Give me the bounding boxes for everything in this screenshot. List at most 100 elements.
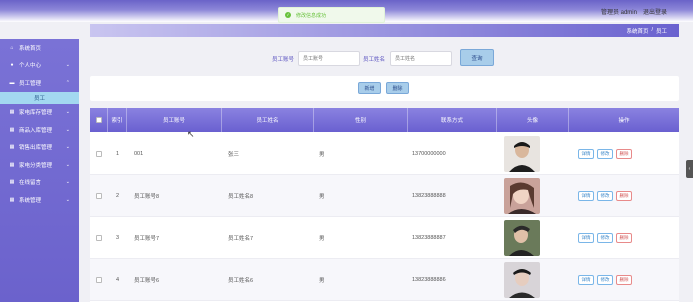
search-button[interactable]: 查询 [460,49,494,66]
grid-icon: ▦ [9,161,15,168]
employee-table: 索引 员工账号 员工姓名 性别 联系方式 头像 操作 1 001 张三 男 13… [90,108,679,302]
avatar [504,136,540,172]
row-checkbox[interactable] [96,235,102,241]
name-search-input[interactable] [390,51,452,66]
row-checkbox[interactable] [96,151,102,157]
sidebar-item-messages[interactable]: ▦ 在线留言 ⌄ [0,174,79,192]
delete-button[interactable]: 删除 [616,191,632,201]
action-toolbar: 新增 删除 [90,76,679,101]
detail-button[interactable]: 详情 [578,275,594,285]
row-checkbox-cell [96,259,102,301]
sidebar-item-employee[interactable]: ▬ 员工管理 ⌃ [0,74,79,92]
header-actions: 操作 [618,118,630,124]
sidebar-item-label: 在线留言 [19,180,42,187]
breadcrumb: 系统首页 / 员工 [626,27,667,35]
row-checkbox[interactable] [96,277,102,283]
batch-delete-button[interactable]: 删除 [386,82,409,94]
search-bar: 员工账号 员工姓名 查询 [90,44,679,72]
success-check-icon: ✓ [285,12,291,18]
grid-icon: ▦ [9,126,15,133]
row-actions: 详情 修改 删除 [578,175,635,217]
edit-button[interactable]: 修改 [597,149,613,159]
sidebar-item-stock-in[interactable]: ▦ 商品入库管理 ⌄ [0,121,79,139]
sidebar: ⌂ 系统首页 ● 个人中心 ⌄ ▬ 员工管理 ⌃ 员工 ▦ 家电库存管理 ⌄ ▦… [0,39,79,302]
logout-link[interactable]: 退出登录 [643,7,667,16]
home-icon: ⌂ [10,44,14,51]
delete-button[interactable]: 删除 [616,149,632,159]
select-all-cell [90,108,108,132]
chevron-down-icon: ⌄ [65,126,70,133]
add-button[interactable]: 新增 [358,82,381,94]
row-name: 张三 [228,152,240,158]
row-checkbox-cell [96,133,102,175]
edit-button[interactable]: 修改 [597,233,613,243]
row-name: 员工姓名8 [228,194,254,200]
row-checkbox-cell [96,175,102,217]
chevron-down-icon: ⌄ [65,109,70,116]
breadcrumb-home[interactable]: 系统首页 [626,27,648,35]
detail-button[interactable]: 详情 [578,149,594,159]
avatar [504,220,540,256]
row-checkbox[interactable] [96,193,102,199]
row-gender: 男 [319,194,325,200]
edit-button[interactable]: 修改 [597,191,613,201]
row-account: 员工账号6 [134,278,160,284]
avatar [504,178,540,214]
row-name: 员工姓名7 [228,236,254,242]
grid-icon: ▦ [9,196,15,203]
admin-label: 管理员 admin [600,10,637,16]
sidebar-item-sales-out[interactable]: ▦ 销售出库管理 ⌄ [0,139,79,157]
sidebar-item-label: 家电库存管理 [19,110,53,117]
table-row: 4 员工账号6 员工姓名6 男 13823888886 详情 修改 删除 [90,259,679,301]
row-avatar-cell [504,217,540,259]
detail-button[interactable]: 详情 [578,233,594,243]
sidebar-item-inventory[interactable]: ▦ 家电库存管理 ⌄ [0,104,79,122]
select-all-checkbox[interactable] [95,117,102,123]
row-index: 2 [116,193,120,199]
row-avatar-cell [504,133,540,175]
row-actions: 详情 修改 删除 [578,259,635,301]
row-actions: 详情 修改 删除 [578,133,635,175]
header-index: 索引 [108,108,127,132]
top-user-area: 管理员 admin 退出登录 [601,7,667,16]
row-account: 001 [134,151,144,157]
header-name[interactable]: 员工姓名 [222,108,314,132]
delete-button[interactable]: 删除 [616,233,632,243]
chevron-up-icon: ⌃ [65,79,70,86]
chevron-down-icon: ⌄ [65,144,70,151]
row-phone: 13823888888 [412,193,446,199]
delete-button[interactable]: 删除 [616,275,632,285]
sidebar-item-label: 个人中心 [19,63,42,70]
grid-icon: ▦ [9,179,15,186]
table-row: 3 员工账号7 员工姓名7 男 13823888887 详情 修改 删除 [90,217,679,259]
row-avatar-cell [504,175,540,217]
row-index: 3 [116,235,120,241]
detail-button[interactable]: 详情 [578,191,594,201]
sidebar-item-label: 商品入库管理 [19,127,53,134]
user-icon: ● [10,62,14,69]
account-search-input[interactable] [298,51,360,66]
edit-button[interactable]: 修改 [597,275,613,285]
breadcrumb-current: 员工 [655,29,667,35]
account-label: 员工账号 [272,57,295,63]
header-account[interactable]: 员工账号 [127,108,222,132]
row-account: 员工账号8 [134,194,160,200]
header-phone[interactable]: 联系方式 [408,108,497,132]
sidebar-subitem-employee[interactable]: 员工 [0,91,79,104]
side-collapse-tab[interactable]: ‹ [686,160,693,178]
sidebar-item-profile[interactable]: ● 个人中心 ⌄ [0,57,79,75]
sidebar-item-category[interactable]: ▦ 家电分类管理 ⌄ [0,156,79,174]
sidebar-item-label: 家电分类管理 [19,162,53,169]
chevron-down-icon: ⌄ [65,62,70,69]
chevron-down-icon: ⌄ [65,179,70,186]
sidebar-item-system[interactable]: ▦ 系统管理 ⌄ [0,191,79,209]
header-gender[interactable]: 性别 [314,108,408,132]
row-checkbox-cell [96,217,102,259]
row-account: 员工账号7 [134,236,160,242]
sidebar-item-home[interactable]: ⌂ 系统首页 [0,39,79,57]
breadcrumb-bar: 系统首页 / 员工 [90,24,679,37]
table-header: 索引 员工账号 员工姓名 性别 联系方式 头像 操作 [90,108,679,132]
row-phone: 13823888887 [412,235,446,241]
row-phone: 13700000000 [412,151,446,157]
sidebar-item-label: 系统管理 [19,197,42,204]
